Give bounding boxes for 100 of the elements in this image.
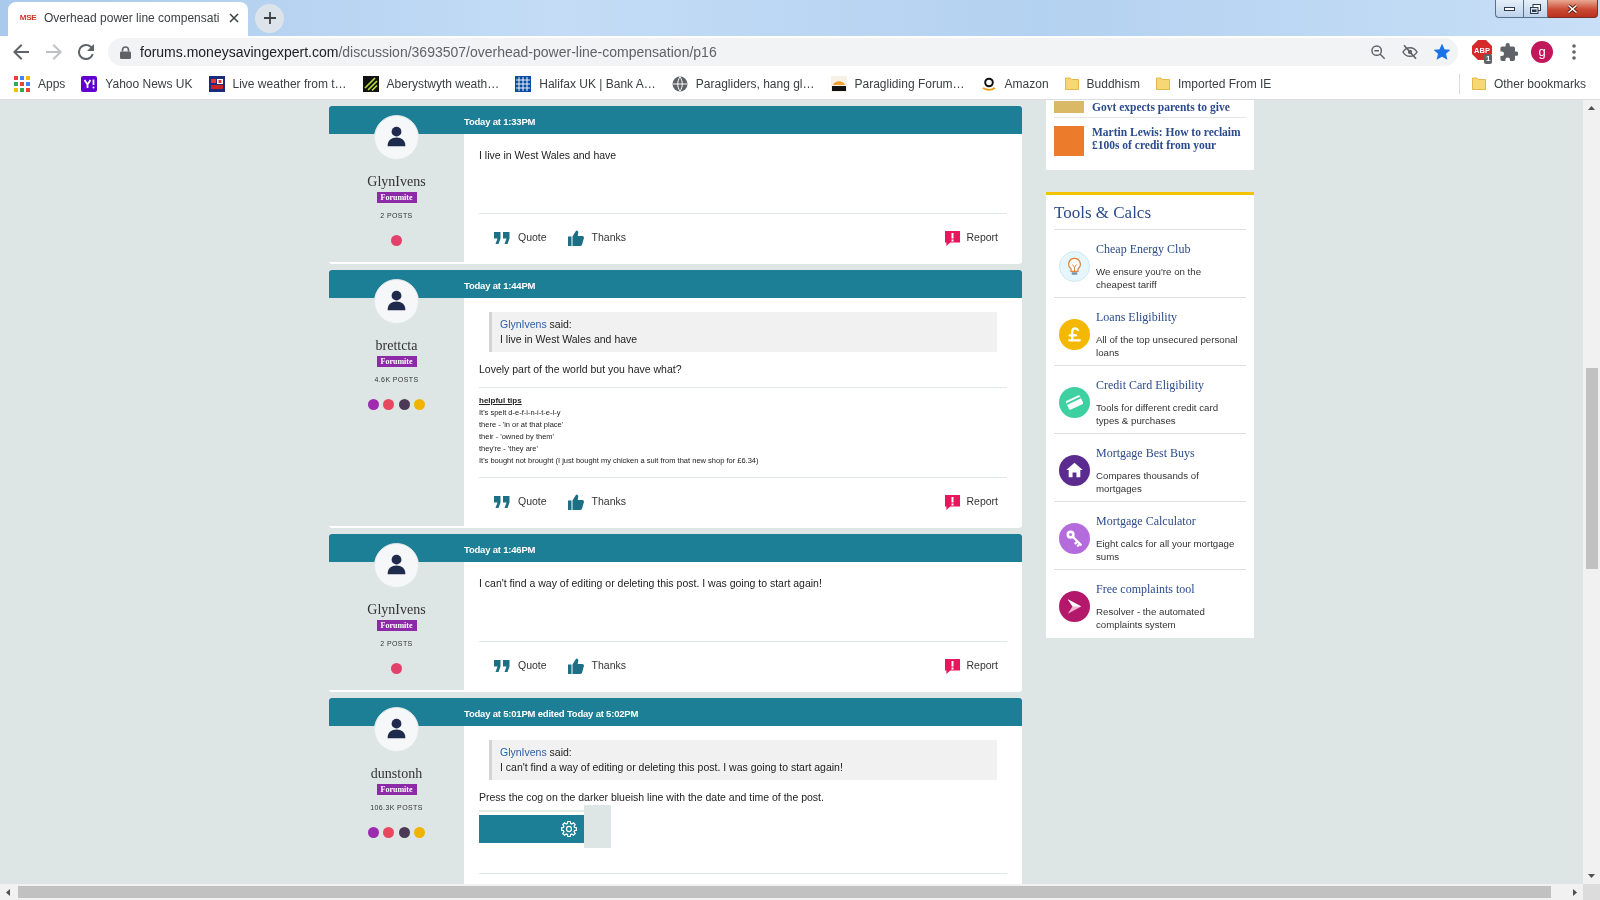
scroll-up-icon[interactable]	[1588, 106, 1595, 110]
bookmark-link[interactable]: Other bookmarks	[1463, 69, 1594, 98]
post-time: Today at 1:33PM	[464, 116, 536, 127]
report-flag-icon	[945, 658, 961, 674]
thanks-button[interactable]: Thanks	[567, 494, 627, 510]
tool-description: All of the top unsecured personal loans	[1096, 333, 1239, 359]
scroll-left-icon[interactable]	[6, 888, 10, 896]
article-link[interactable]: Martin Lewis: How to reclaim £100s of credit from your	[1092, 126, 1246, 152]
bookmark-link[interactable]: Yahoo News UK	[73, 69, 201, 98]
rank-tag: Forumite	[376, 784, 417, 795]
signature-heading: helpful tips	[479, 395, 523, 407]
rank-tag: Forumite	[376, 192, 417, 203]
favicon-icon	[980, 75, 997, 92]
post-text: Lovely part of the world but you have what?	[479, 362, 683, 376]
username-link[interactable]: GlynIvens	[367, 602, 426, 618]
quote-button[interactable]: Quote	[494, 658, 547, 674]
gear-icon	[561, 821, 577, 837]
quote-icon	[494, 660, 510, 672]
post-time: Today at 1:44PM	[464, 280, 536, 291]
quoted-text: I can't find a way of editing or deleting this post. I was going to start again!	[500, 760, 844, 775]
forward-arrow-icon	[46, 44, 62, 60]
profile-button[interactable]: g	[1531, 41, 1553, 63]
globe-icon	[671, 75, 688, 92]
favicon-icon	[362, 75, 379, 92]
lock-icon[interactable]	[120, 45, 131, 59]
article-link[interactable]: Govt expects parents to give	[1092, 101, 1230, 114]
address-bar[interactable]: forums.moneysavingexpert.com/discussion/3693507/overhead-power-line-compensation/p16	[108, 38, 1458, 66]
tool-description: Eight calcs for all your mortgage sums	[1096, 537, 1236, 563]
bookmark-link[interactable]: Halifax UK | Bank A…	[507, 69, 664, 98]
thumbs-up-icon	[567, 658, 584, 674]
quote-attribution: GlynIvens said:	[500, 745, 573, 760]
report-flag-icon	[945, 494, 961, 510]
author-link[interactable]: GlynIvens	[500, 746, 547, 758]
thanks-button[interactable]: Thanks	[567, 658, 627, 674]
scroll-down-icon[interactable]	[1588, 874, 1595, 878]
restore-icon	[1530, 3, 1541, 14]
post-text: I live in West Wales and have	[479, 148, 618, 162]
minimize-icon	[1504, 6, 1515, 11]
browser-tab[interactable]: MSE Overhead power line compensati	[8, 2, 248, 36]
bookmark-link[interactable]: Paragliding Forum…	[822, 69, 973, 98]
bookmark-link[interactable]: Amazon	[972, 69, 1057, 98]
favicon-icon	[830, 75, 847, 92]
url-text: forums.moneysavingexpert.com/discussion/3693507/overhead-power-line-compensation/p16	[140, 43, 717, 61]
tool-description: We ensure you're on the cheapest tariff	[1096, 265, 1203, 291]
key-icon	[1059, 522, 1090, 554]
tool-link[interactable]: Credit Card Eligibility	[1096, 377, 1204, 393]
tool-link[interactable]: Free complaints tool	[1096, 581, 1195, 597]
minimize-button[interactable]	[1495, 0, 1523, 18]
bookmark-link[interactable]: Paragliders, hang gl…	[663, 69, 823, 98]
favicon-icon	[515, 75, 532, 92]
quote-attribution: GlynIvens said:	[500, 317, 573, 332]
scrollbar-thumb[interactable]	[1585, 368, 1598, 569]
tool-link[interactable]: Cheap Energy Club	[1096, 241, 1191, 257]
credit-card-icon	[1059, 386, 1090, 418]
rank-tag: Forumite	[376, 620, 417, 631]
star-icon[interactable]	[1434, 44, 1450, 60]
folder-icon	[1064, 77, 1079, 90]
tool-link[interactable]: Mortgage Calculator	[1096, 513, 1196, 529]
bookmark-link[interactable]: Aberystwyth weath…	[354, 69, 508, 98]
report-button[interactable]: Report	[945, 494, 998, 510]
close-icon	[1567, 3, 1578, 14]
bookmark-link[interactable]: Buddhism	[1056, 69, 1148, 98]
quoted-text: I live in West Wales and have	[500, 332, 639, 347]
folder-icon	[1155, 77, 1170, 90]
report-button[interactable]: Report	[945, 230, 998, 246]
plus-icon	[263, 12, 276, 24]
new-tab-button[interactable]	[255, 3, 284, 33]
report-button[interactable]: Report	[945, 658, 998, 674]
thanks-button[interactable]: Thanks	[567, 230, 627, 246]
post-time: Today at 5:01PM edited Today at 5:02PM	[464, 708, 639, 719]
favicon-icon	[81, 75, 98, 92]
quote-button[interactable]: Quote	[494, 230, 547, 246]
username-link[interactable]: dunstonh	[370, 766, 423, 782]
report-flag-icon	[945, 230, 961, 246]
section-title: Tools & Calcs	[1054, 195, 1246, 230]
quote-icon	[494, 232, 510, 244]
username-link[interactable]: brettcta	[375, 338, 418, 354]
author-link[interactable]: GlynIvens	[500, 318, 547, 330]
quote-button[interactable]: Quote	[494, 494, 547, 510]
scrollbar-thumb[interactable]	[18, 886, 1551, 898]
close-icon[interactable]	[229, 12, 239, 23]
post-text: I can't find a way of editing or deleting this post. I was going to start again!	[479, 576, 823, 590]
site-logo: MSE	[18, 12, 38, 23]
restore-button[interactable]	[1523, 0, 1548, 18]
pound-icon	[1059, 318, 1090, 350]
close-button[interactable]	[1548, 0, 1598, 18]
puzzle-icon	[1500, 43, 1518, 61]
bookmark-link[interactable]: Imported From IE	[1147, 69, 1280, 98]
zoom-out-icon[interactable]	[1370, 44, 1386, 60]
photo-placeholder	[1054, 101, 1084, 113]
post-time: Today at 1:46PM	[464, 544, 536, 555]
username-link[interactable]: GlynIvens	[367, 174, 426, 190]
scroll-right-icon[interactable]	[1573, 888, 1577, 896]
tool-description: Compares thousands of mortgages	[1096, 469, 1200, 495]
tool-link[interactable]: Mortgage Best Buys	[1096, 445, 1195, 461]
bookmark-link[interactable]: Live weather from t…	[200, 69, 355, 98]
eye-slash-icon[interactable]	[1402, 44, 1418, 60]
thumbs-up-icon	[567, 230, 584, 246]
bookmark-link[interactable]: Apps	[6, 69, 74, 98]
tool-link[interactable]: Loans Eligibility	[1096, 309, 1177, 325]
